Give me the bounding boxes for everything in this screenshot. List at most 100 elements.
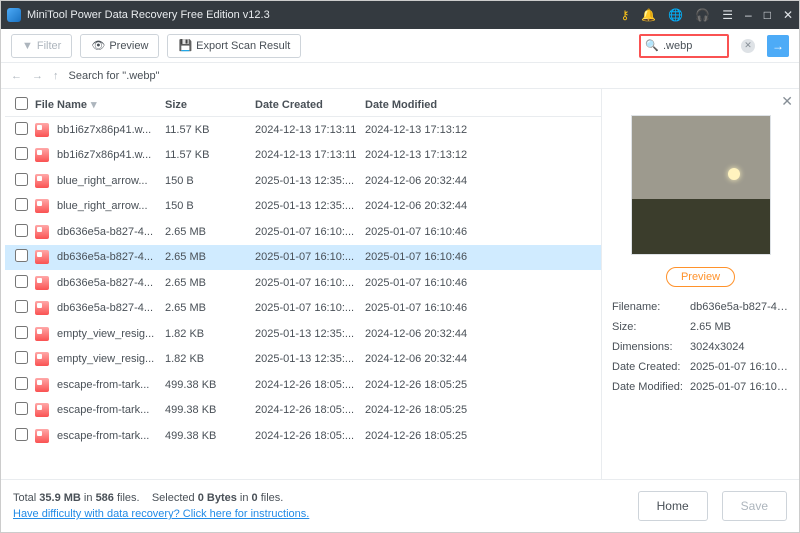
app-title: MiniTool Power Data Recovery Free Editio…	[27, 9, 621, 21]
home-button[interactable]: Home	[638, 491, 708, 521]
file-date-created: 2025-01-13 12:35:...	[255, 175, 365, 187]
row-checkbox[interactable]	[15, 428, 28, 441]
file-name: db636e5a-b827-4...	[57, 302, 153, 314]
table-row[interactable]: escape-from-tark...499.38 KB2024-12-26 1…	[5, 398, 601, 424]
header-date-modified[interactable]: Date Modified	[365, 99, 601, 111]
export-button[interactable]: 💾Export Scan Result	[167, 34, 301, 58]
row-checkbox[interactable]	[15, 351, 28, 364]
nav-up-icon[interactable]: ↑	[53, 70, 59, 82]
meta-dc-label: Date Created:	[612, 357, 690, 377]
search-box[interactable]: 🔍	[639, 34, 729, 58]
select-all-checkbox[interactable]	[15, 97, 28, 110]
row-checkbox[interactable]	[15, 122, 28, 135]
file-name: escape-from-tark...	[57, 430, 149, 442]
file-date-created: 2025-01-13 12:35:...	[255, 200, 365, 212]
file-icon	[35, 403, 49, 417]
table-row[interactable]: empty_view_resig...1.82 KB2025-01-13 12:…	[5, 321, 601, 347]
meta-dim: 3024x3024	[690, 337, 789, 357]
file-size: 150 B	[165, 200, 255, 212]
row-checkbox[interactable]	[15, 224, 28, 237]
bell-icon[interactable]: 🔔	[641, 8, 656, 22]
search-input[interactable]	[663, 40, 723, 52]
table-row[interactable]: blue_right_arrow...150 B2025-01-13 12:35…	[5, 194, 601, 220]
file-icon	[35, 301, 49, 315]
file-name: empty_view_resig...	[57, 328, 154, 340]
file-date-modified: 2024-12-26 18:05:25	[365, 430, 601, 442]
file-name: bb1i6z7x86p41.w...	[57, 124, 151, 136]
table-row[interactable]: escape-from-tark...499.38 KB2024-12-26 1…	[5, 423, 601, 449]
file-name: blue_right_arrow...	[57, 175, 148, 187]
file-date-created: 2024-12-26 18:05:...	[255, 404, 365, 416]
file-date-modified: 2025-01-07 16:10:46	[365, 226, 601, 238]
open-preview-button[interactable]: Preview	[666, 267, 735, 287]
maximize-icon[interactable]: □	[764, 8, 771, 22]
file-size: 2.65 MB	[165, 226, 255, 238]
help-link[interactable]: Have difficulty with data recovery? Clic…	[13, 508, 309, 520]
header-name[interactable]: File Name▾	[35, 98, 165, 111]
row-checkbox[interactable]	[15, 326, 28, 339]
header-date-created[interactable]: Date Created	[255, 99, 365, 111]
row-checkbox[interactable]	[15, 300, 28, 313]
file-size: 2.65 MB	[165, 277, 255, 289]
file-icon	[35, 429, 49, 443]
nav-forward-icon[interactable]: →	[32, 70, 43, 82]
file-date-modified: 2025-01-07 16:10:46	[365, 251, 601, 263]
search-icon: 🔍	[645, 39, 659, 52]
toolbar: ▼Filter 👁Preview 💾Export Scan Result 🔍 ✕…	[1, 29, 799, 63]
table-row[interactable]: blue_right_arrow...150 B2025-01-13 12:35…	[5, 168, 601, 194]
statusbar: Total 35.9 MB in 586 files. Selected 0 B…	[1, 480, 799, 532]
file-rows[interactable]: bb1i6z7x86p41.w...11.57 KB2024-12-13 17:…	[5, 117, 601, 479]
file-size: 11.57 KB	[165, 149, 255, 161]
key-icon[interactable]: ⚷	[621, 8, 630, 22]
meta-size: 2.65 MB	[690, 317, 789, 337]
table-row[interactable]: bb1i6z7x86p41.w...11.57 KB2024-12-13 17:…	[5, 117, 601, 143]
globe-icon[interactable]: 🌐	[668, 8, 683, 22]
file-date-created: 2025-01-07 16:10:...	[255, 251, 365, 263]
file-size: 1.82 KB	[165, 353, 255, 365]
table-row[interactable]: db636e5a-b827-4... 2.65 MB2025-01-07 16:1…	[5, 296, 601, 322]
headset-icon[interactable]: 🎧	[695, 8, 710, 22]
header-size[interactable]: Size	[165, 99, 255, 111]
file-date-created: 2025-01-07 16:10:...	[255, 277, 365, 289]
table-row[interactable]: empty_view_resig...1.82 KB2025-01-13 12:…	[5, 347, 601, 373]
row-checkbox[interactable]	[15, 147, 28, 160]
table-row[interactable]: escape-from-tark...499.38 KB2024-12-26 1…	[5, 372, 601, 398]
table-row[interactable]: db636e5a-b827-4...2.65 MB2025-01-07 16:1…	[5, 270, 601, 296]
file-date-created: 2024-12-26 18:05:...	[255, 430, 365, 442]
nav-back-icon[interactable]: ←	[11, 70, 22, 82]
file-date-created: 2025-01-13 12:35:...	[255, 328, 365, 340]
row-checkbox[interactable]	[15, 275, 28, 288]
meta-size-label: Size:	[612, 317, 690, 337]
save-button[interactable]: Save	[722, 491, 787, 521]
meta-dim-label: Dimensions:	[612, 337, 690, 357]
file-name: empty_view_resig...	[57, 353, 154, 365]
row-checkbox[interactable]	[15, 402, 28, 415]
meta-filename-label: Filename:	[612, 297, 690, 317]
row-checkbox[interactable]	[15, 198, 28, 211]
minimize-icon[interactable]: –	[745, 8, 752, 22]
breadcrumb: ← → ↑ Search for ".webp"	[1, 63, 799, 89]
meta-dm: 2025-01-07 16:10:46	[690, 377, 789, 397]
column-headers: File Name▾ Size Date Created Date Modifi…	[5, 93, 601, 117]
search-go-button[interactable]: →	[767, 35, 789, 57]
preview-close-icon[interactable]: ✕	[781, 93, 793, 110]
row-checkbox[interactable]	[15, 173, 28, 186]
menu-icon[interactable]: ☰	[722, 8, 733, 22]
preview-button[interactable]: 👁Preview	[80, 34, 159, 58]
file-icon	[35, 276, 49, 290]
status-info: Total 35.9 MB in 586 files. Selected 0 B…	[13, 490, 309, 522]
table-row[interactable]: db636e5a-b827-4...2.65 MB2025-01-07 16:1…	[5, 245, 601, 271]
file-size: 2.65 MB	[165, 302, 255, 314]
table-row[interactable]: bb1i6z7x86p41.w...11.57 KB2024-12-13 17:…	[5, 143, 601, 169]
table-row[interactable]: db636e5a-b827-4...2.65 MB2025-01-07 16:1…	[5, 219, 601, 245]
file-date-modified: 2024-12-06 20:32:44	[365, 328, 601, 340]
file-icon	[35, 225, 49, 239]
file-date-modified: 2024-12-06 20:32:44	[365, 353, 601, 365]
file-date-created: 2025-01-07 16:10:...	[255, 302, 365, 314]
filter-button[interactable]: ▼Filter	[11, 34, 72, 58]
row-checkbox[interactable]	[15, 377, 28, 390]
file-icon	[35, 123, 49, 137]
clear-search-icon[interactable]: ✕	[741, 39, 755, 53]
close-icon[interactable]: ✕	[783, 8, 793, 22]
row-checkbox[interactable]	[15, 249, 28, 262]
